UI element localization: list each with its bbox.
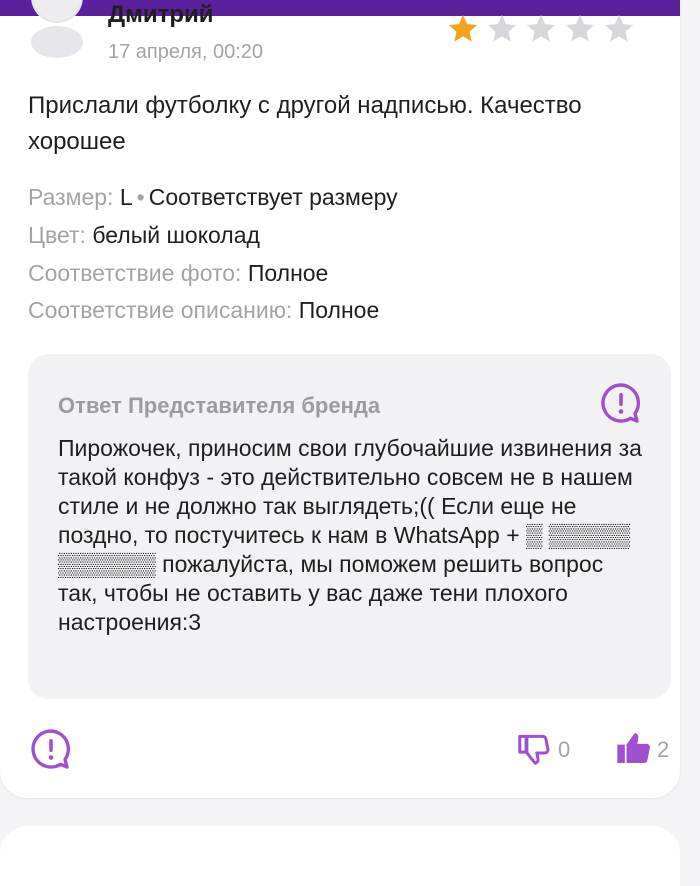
photo-match-label: Соответствие фото: [28, 260, 242, 286]
star-icon [487, 14, 517, 42]
star-icon [565, 14, 595, 42]
photo-match-attribute: Соответствие фото: Полное [28, 258, 328, 288]
review-card: Дмитрий 17 апреля, 00:20 Прислали футбол… [0, 0, 680, 798]
reply-text: Пирожочек, приносим свои глубочайшие изв… [58, 435, 642, 635]
star-icon [448, 14, 478, 42]
rating-stars [446, 12, 636, 46]
photo-match-value: Полное [247, 260, 329, 286]
review-date: 17 апреля, 00:20 [108, 41, 263, 63]
size-attribute: Размер: L • Соответствует размеру [28, 182, 398, 212]
star-icon [604, 14, 634, 42]
description-match-attribute: Соответствие описанию: Полное [28, 295, 379, 325]
color-attribute: Цвет: белый шоколад [28, 220, 260, 250]
size-value: L [119, 184, 133, 210]
color-label: Цвет: [28, 222, 86, 248]
description-match-label: Соответствие описанию: [28, 297, 293, 323]
thumbs-up-icon[interactable] [614, 728, 654, 768]
thumbs-down-icon[interactable] [515, 730, 553, 768]
exclamation-bubble-icon[interactable] [30, 728, 72, 770]
user-avatar-icon [31, 0, 83, 58]
size-fit: Соответствует размеру [148, 184, 398, 210]
dislike-count: 0 [558, 737, 571, 762]
size-label: Размер: [28, 184, 114, 210]
separator-dot: • [136, 184, 145, 210]
reply-title: Ответ Представителя бренда [58, 393, 381, 418]
like-count: 2 [657, 737, 670, 762]
color-value: белый шоколад [92, 222, 260, 248]
review-text: Прислали футболку с другой надписью. Кач… [28, 92, 582, 155]
exclamation-bubble-icon[interactable] [600, 382, 642, 424]
star-icon [526, 14, 556, 42]
review-author: Дмитрий [108, 1, 214, 28]
description-match-value: Полное [298, 297, 380, 323]
brand-reply: Ответ Представителя бренда Пирожочек, пр… [28, 354, 671, 699]
next-review-card [0, 826, 680, 886]
